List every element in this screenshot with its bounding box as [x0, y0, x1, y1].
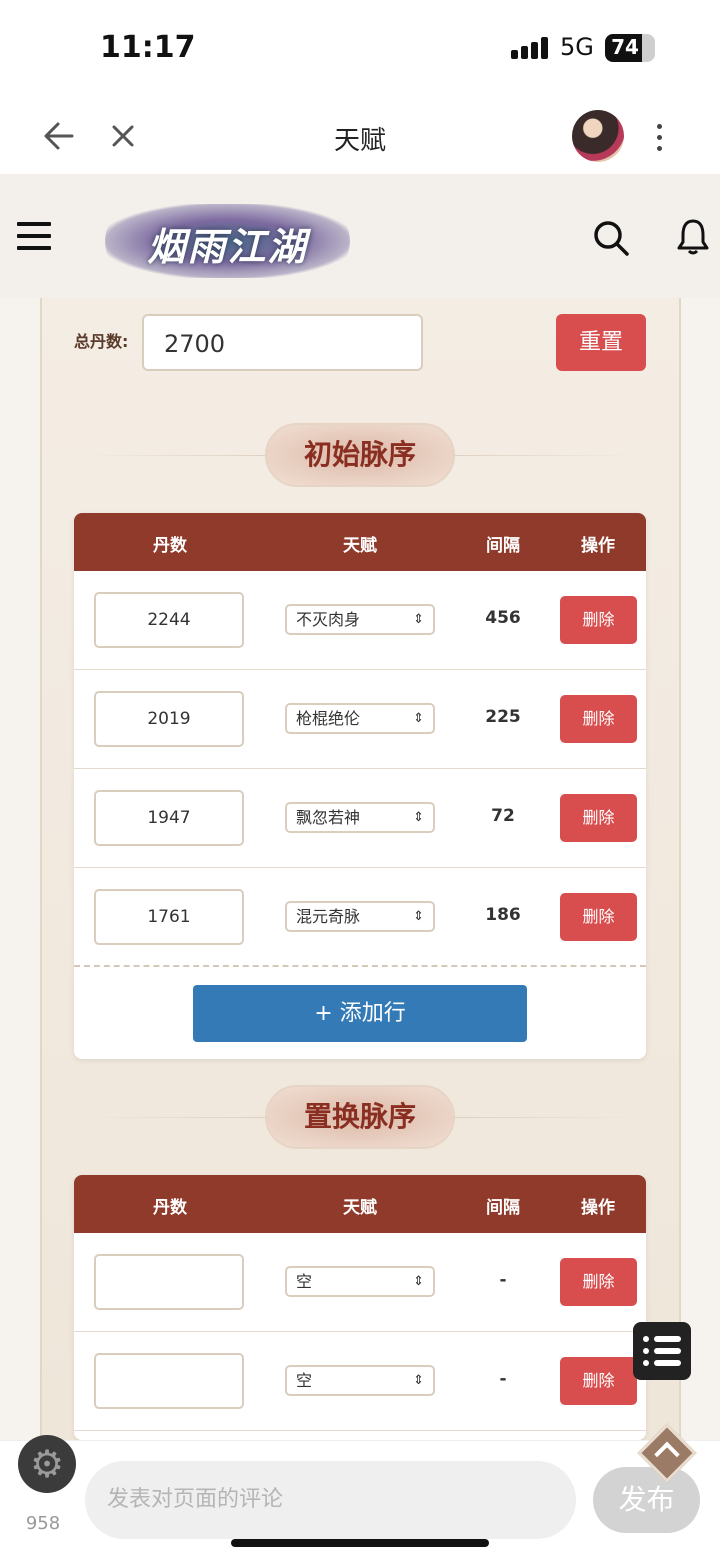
- replace-table: 丹数 天赋 间隔 操作 空 ⇕ - 删除 空 ⇕ - 删除: [74, 1175, 646, 1440]
- dan-input[interactable]: 2244: [94, 592, 244, 648]
- search-icon[interactable]: [593, 220, 629, 256]
- gap-value: 225: [485, 707, 521, 727]
- talent-select[interactable]: 不灭肉身 ⇕: [285, 604, 435, 635]
- comment-count: 958: [25, 1513, 61, 1534]
- table-row: 2244 不灭肉身 ⇕ 456 删除: [74, 571, 646, 670]
- talent-value: 不灭肉身: [296, 610, 361, 629]
- post-button[interactable]: 发布: [593, 1467, 700, 1533]
- table-row: 1761 混元奇脉 ⇕ 186 删除: [74, 868, 646, 967]
- gap-value: -: [499, 1369, 507, 1389]
- network-type: 5G: [560, 33, 594, 61]
- header-dan: 丹数: [153, 1198, 187, 1218]
- header-gap: 间隔: [486, 1198, 520, 1218]
- initial-section-title: 初始脉序: [265, 423, 455, 487]
- menu-icon[interactable]: [17, 222, 51, 250]
- talent-select[interactable]: 混元奇脉 ⇕: [285, 901, 435, 932]
- initial-table: 丹数 天赋 间隔 操作 2244 不灭肉身 ⇕ 456 删除 2019 枪棍绝伦 ⇕…: [74, 513, 646, 1059]
- add-row-button[interactable]: + 添加行: [193, 985, 527, 1042]
- chevron-updown-icon: ⇕: [413, 612, 424, 627]
- reset-button[interactable]: 重置: [556, 314, 646, 371]
- talent-select[interactable]: 空 ⇕: [285, 1266, 435, 1297]
- delete-button[interactable]: 删除: [560, 893, 637, 941]
- replace-section-title: 置换脉序: [265, 1085, 455, 1149]
- home-indicator: [231, 1539, 489, 1547]
- total-dan-input[interactable]: 2700: [142, 314, 423, 371]
- bell-icon[interactable]: [677, 218, 709, 256]
- gear-icon[interactable]: ⚙: [18, 1435, 76, 1493]
- battery-icon: 74: [605, 34, 655, 62]
- dan-input[interactable]: [94, 1353, 244, 1409]
- table-header: 丹数 天赋 间隔 操作: [74, 1175, 646, 1233]
- more-vertical-icon[interactable]: [657, 124, 665, 157]
- table-row: 1947 飘忽若神 ⇕ 72 删除: [74, 769, 646, 868]
- battery-level: 74: [611, 35, 639, 59]
- talent-value: 枪棍绝伦: [296, 709, 361, 728]
- talent-select[interactable]: 空 ⇕: [285, 1365, 435, 1396]
- delete-button[interactable]: 删除: [560, 596, 637, 644]
- delete-button[interactable]: 删除: [560, 794, 637, 842]
- avatar[interactable]: [572, 110, 624, 162]
- delete-button[interactable]: 删除: [560, 695, 637, 743]
- talent-value: 飘忽若神: [296, 808, 361, 827]
- comment-input[interactable]: 发表对页面的评论: [85, 1461, 576, 1539]
- nav-bar: 天赋: [0, 100, 720, 174]
- status-bar: 11:17 5G 74: [0, 0, 720, 100]
- chevron-updown-icon: ⇕: [413, 1373, 424, 1388]
- delete-button[interactable]: 删除: [560, 1357, 637, 1405]
- chevron-updown-icon: ⇕: [413, 711, 424, 726]
- talent-value: 空: [296, 1272, 313, 1291]
- header-talent: 天赋: [343, 536, 377, 556]
- header-op: 操作: [581, 536, 615, 556]
- dan-input[interactable]: [94, 1254, 244, 1310]
- table-row: 空 ⇕ - 删除: [74, 1332, 646, 1431]
- header-gap: 间隔: [486, 536, 520, 556]
- gap-value: 72: [491, 806, 515, 826]
- list-icon[interactable]: [633, 1322, 691, 1380]
- delete-button[interactable]: 删除: [560, 1258, 637, 1306]
- header-dan: 丹数: [153, 536, 187, 556]
- table-row: 2019 枪棍绝伦 ⇕ 225 删除: [74, 670, 646, 769]
- header-talent: 天赋: [343, 1198, 377, 1218]
- talent-value: 空: [296, 1371, 313, 1390]
- logo-text: 烟雨江湖: [147, 224, 308, 269]
- site-logo[interactable]: 烟雨江湖: [105, 204, 350, 278]
- talent-select[interactable]: 飘忽若神 ⇕: [285, 802, 435, 833]
- talent-select[interactable]: 枪棍绝伦 ⇕: [285, 703, 435, 734]
- gap-value: -: [499, 1270, 507, 1290]
- site-header: 烟雨江湖: [0, 174, 720, 298]
- gap-value: 186: [485, 905, 521, 925]
- dan-input[interactable]: 1761: [94, 889, 244, 945]
- dan-input[interactable]: 1947: [94, 790, 244, 846]
- table-row: 空 ⇕ - 删除: [74, 1233, 646, 1332]
- dan-input[interactable]: 2019: [94, 691, 244, 747]
- header-op: 操作: [581, 1198, 615, 1218]
- table-header: 丹数 天赋 间隔 操作: [74, 513, 646, 571]
- talent-value: 混元奇脉: [296, 907, 361, 926]
- chevron-updown-icon: ⇕: [413, 1274, 424, 1289]
- gap-value: 456: [485, 608, 521, 628]
- chevron-updown-icon: ⇕: [413, 810, 424, 825]
- status-time: 11:17: [100, 30, 196, 65]
- chevron-updown-icon: ⇕: [413, 909, 424, 924]
- total-label: 总丹数:: [74, 332, 129, 351]
